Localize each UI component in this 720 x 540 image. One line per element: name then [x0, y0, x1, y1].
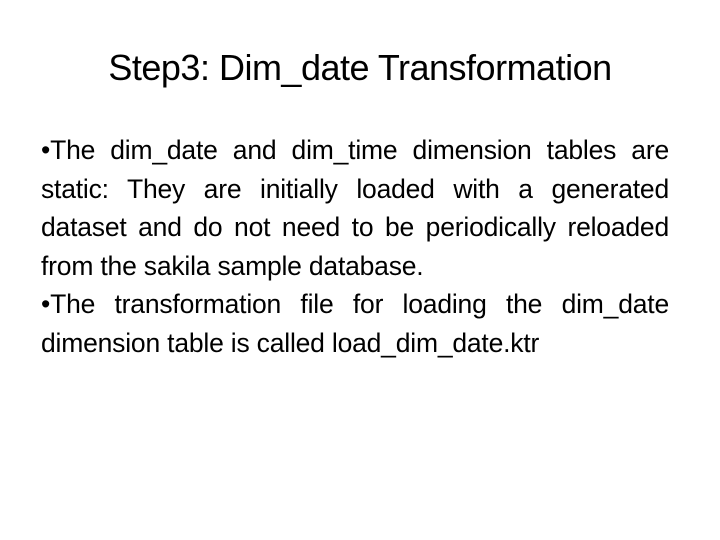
bullet-marker: •	[41, 135, 51, 165]
bullet-item: •The transformation file for loading the…	[41, 285, 669, 362]
bullet-text: The transformation file for loading the …	[41, 289, 669, 358]
bullet-marker: •	[41, 289, 51, 319]
slide-title: Step3: Dim_date Transformation	[108, 47, 612, 88]
bullet-item: •The dim_date and dim_time dimension tab…	[41, 131, 669, 285]
bullet-text: The dim_date and dim_time dimension tabl…	[41, 135, 669, 281]
slide-body: •The dim_date and dim_time dimension tab…	[41, 131, 669, 362]
